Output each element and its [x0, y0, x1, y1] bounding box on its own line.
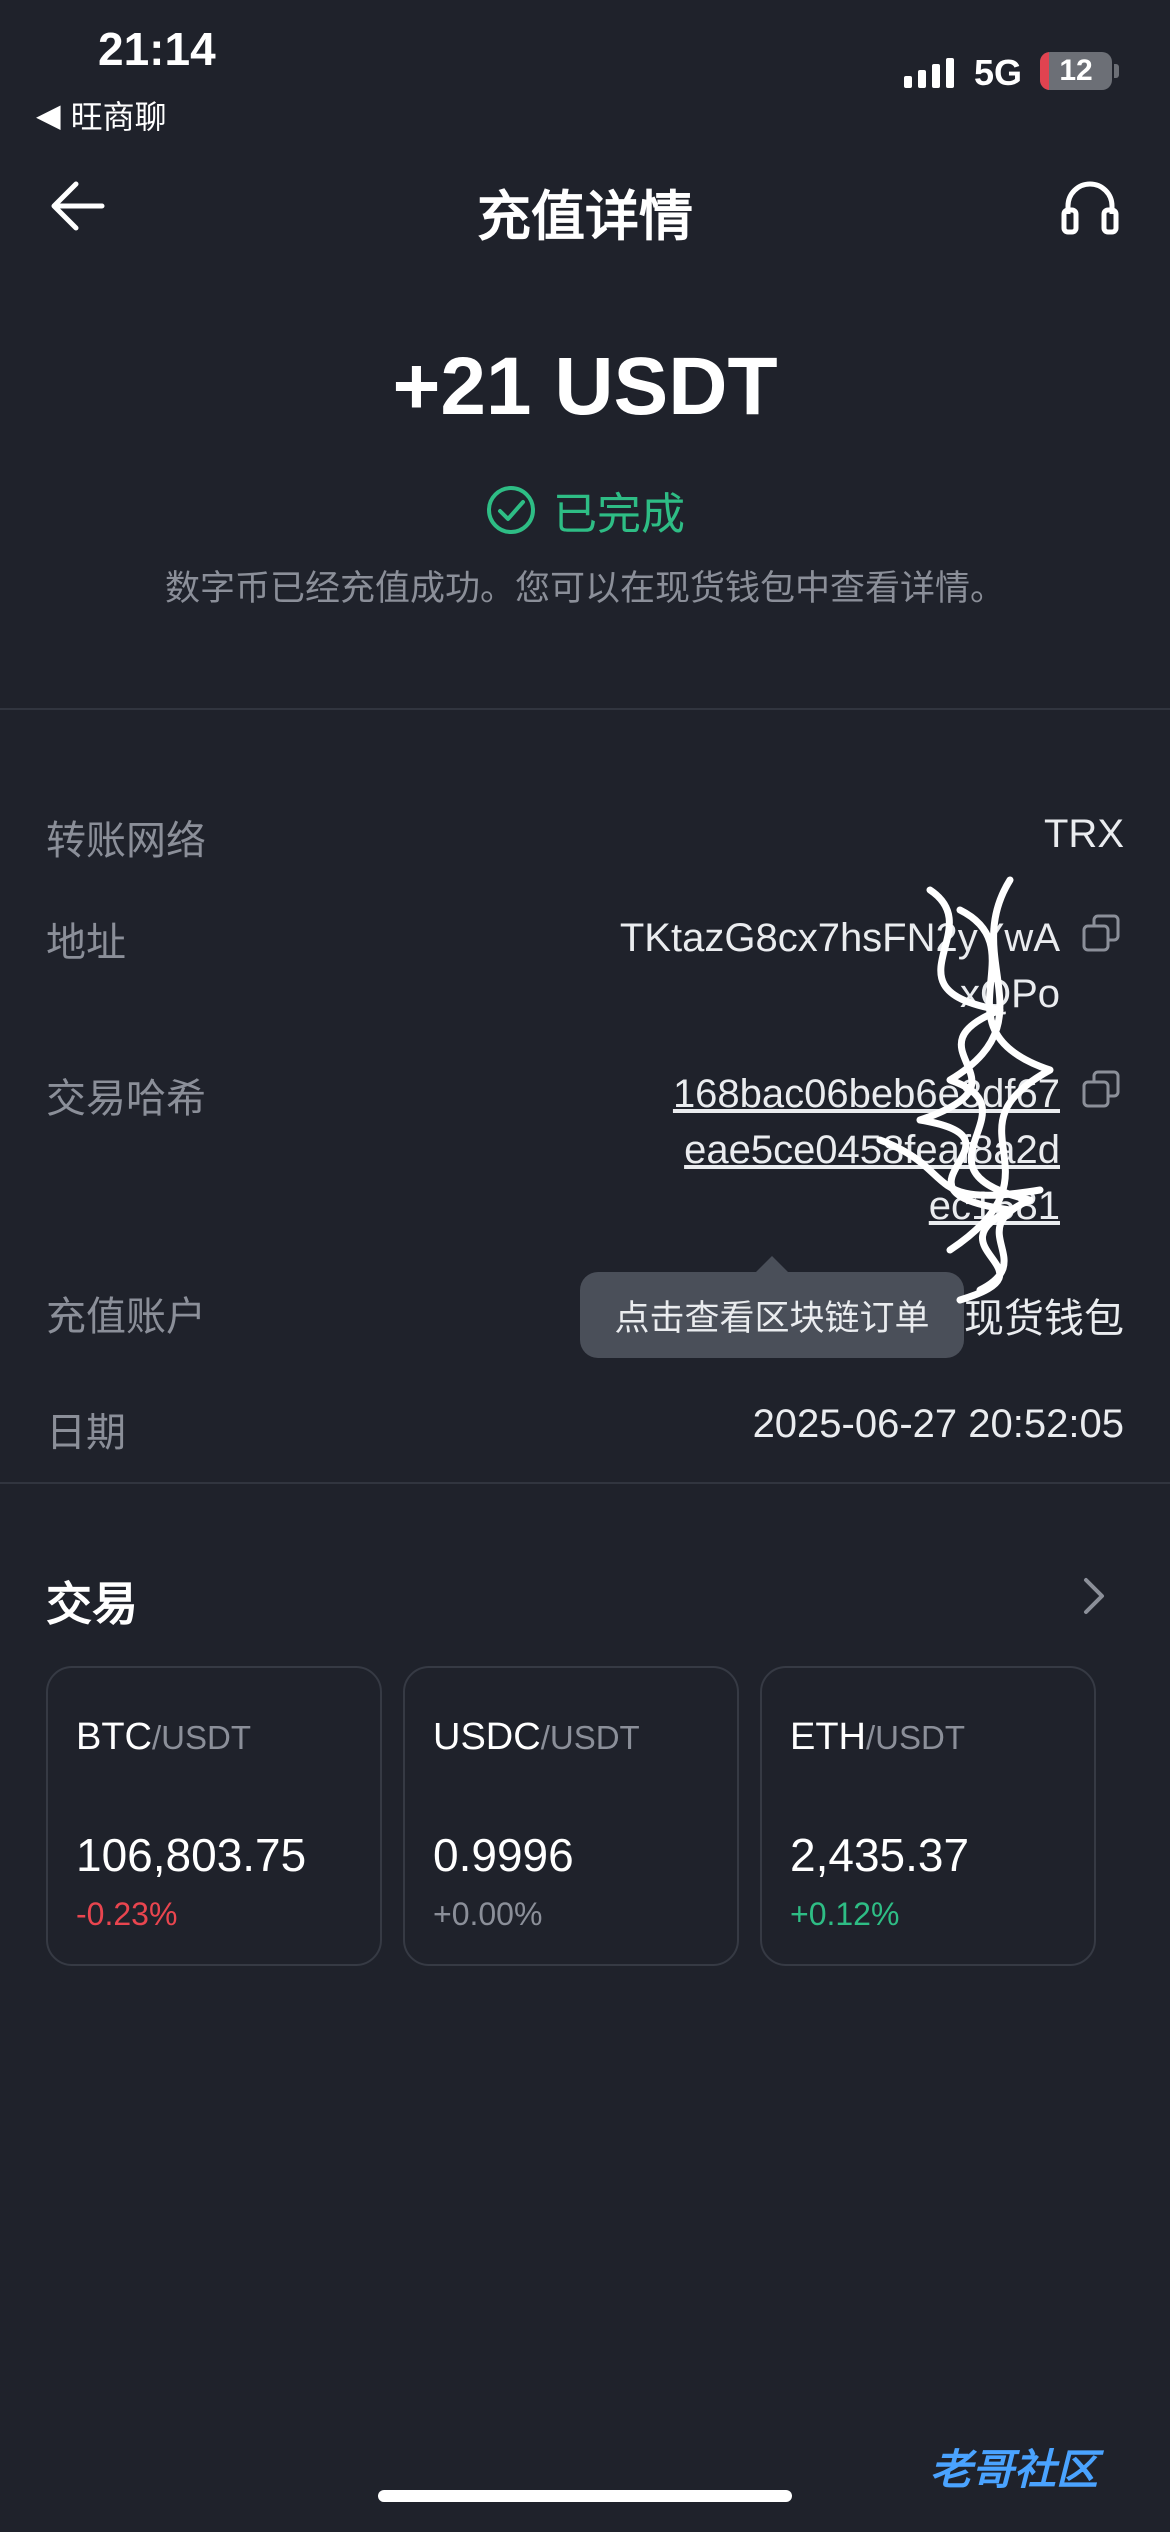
battery-tip: [1114, 64, 1119, 78]
back-triangle-icon: ◀: [36, 97, 61, 133]
home-indicator[interactable]: [378, 2490, 792, 2502]
deposit-amount: +21 USDT: [392, 341, 778, 432]
pair-base: ETH: [790, 1716, 866, 1758]
redaction-scribble: [876, 876, 1054, 1304]
divider: [0, 1482, 1170, 1484]
pair-base: BTC: [76, 1716, 152, 1758]
status-description: 数字币已经充值成功。您可以在现货钱包中查看详情。: [164, 569, 1005, 608]
market-card-btc[interactable]: BTC/USDT 106,803.75 -0.23%: [46, 1666, 382, 1966]
pair-label: ETH/USDT: [790, 1716, 965, 1759]
pair-quote: /USDT: [540, 1719, 640, 1756]
watermark-logo: 老哥社区: [930, 2446, 1099, 2493]
pair-base: USDC: [433, 1716, 541, 1758]
pair-label: BTC/USDT: [76, 1716, 251, 1759]
page-title: 充值详情: [477, 187, 693, 247]
network-type: 5G: [974, 52, 1023, 93]
status-time: 21:14: [98, 23, 216, 75]
pair-price: 2,435.37: [790, 1829, 970, 1881]
signal-icon: [904, 58, 954, 88]
pair-change: +0.12%: [790, 1896, 900, 1932]
network-value: TRX: [1044, 812, 1124, 856]
address-label: 地址: [46, 921, 126, 965]
hash-label: 交易哈希: [46, 1077, 206, 1121]
check-circle-icon: [487, 486, 535, 534]
status-badge: 已完成: [0, 478, 1170, 542]
battery-label: 12: [1059, 54, 1093, 87]
chevron-right-icon[interactable]: [1080, 1576, 1108, 1616]
pair-change: +0.00%: [433, 1896, 543, 1932]
date-label: 日期: [46, 1411, 126, 1455]
pair-price: 106,803.75: [76, 1829, 307, 1881]
pair-quote: /USDT: [866, 1719, 965, 1756]
status-text: 已完成: [553, 490, 685, 539]
account-label: 充值账户: [46, 1295, 206, 1339]
market-card-usdc[interactable]: USDC/USDT 0.9996 +0.00%: [403, 1666, 739, 1966]
back-app-label: 旺商聊: [70, 99, 167, 135]
market-card-eth[interactable]: ETH/USDT 2,435.37 +0.12%: [760, 1666, 1096, 1966]
headset-icon[interactable]: [1060, 176, 1120, 238]
pair-change: -0.23%: [76, 1896, 178, 1932]
network-label: 转账网络: [46, 819, 206, 863]
divider: [0, 708, 1170, 710]
pair-quote: /USDT: [152, 1719, 251, 1756]
battery-icon: 12: [1040, 52, 1112, 90]
back-to-app-button[interactable]: ◀ 旺商聊: [36, 92, 167, 138]
pair-label: USDC/USDT: [433, 1716, 640, 1759]
date-value: 2025-06-27 20:52:05: [752, 1402, 1124, 1446]
pair-price: 0.9996: [433, 1829, 574, 1881]
trade-section-title: 交易: [46, 1578, 138, 1630]
